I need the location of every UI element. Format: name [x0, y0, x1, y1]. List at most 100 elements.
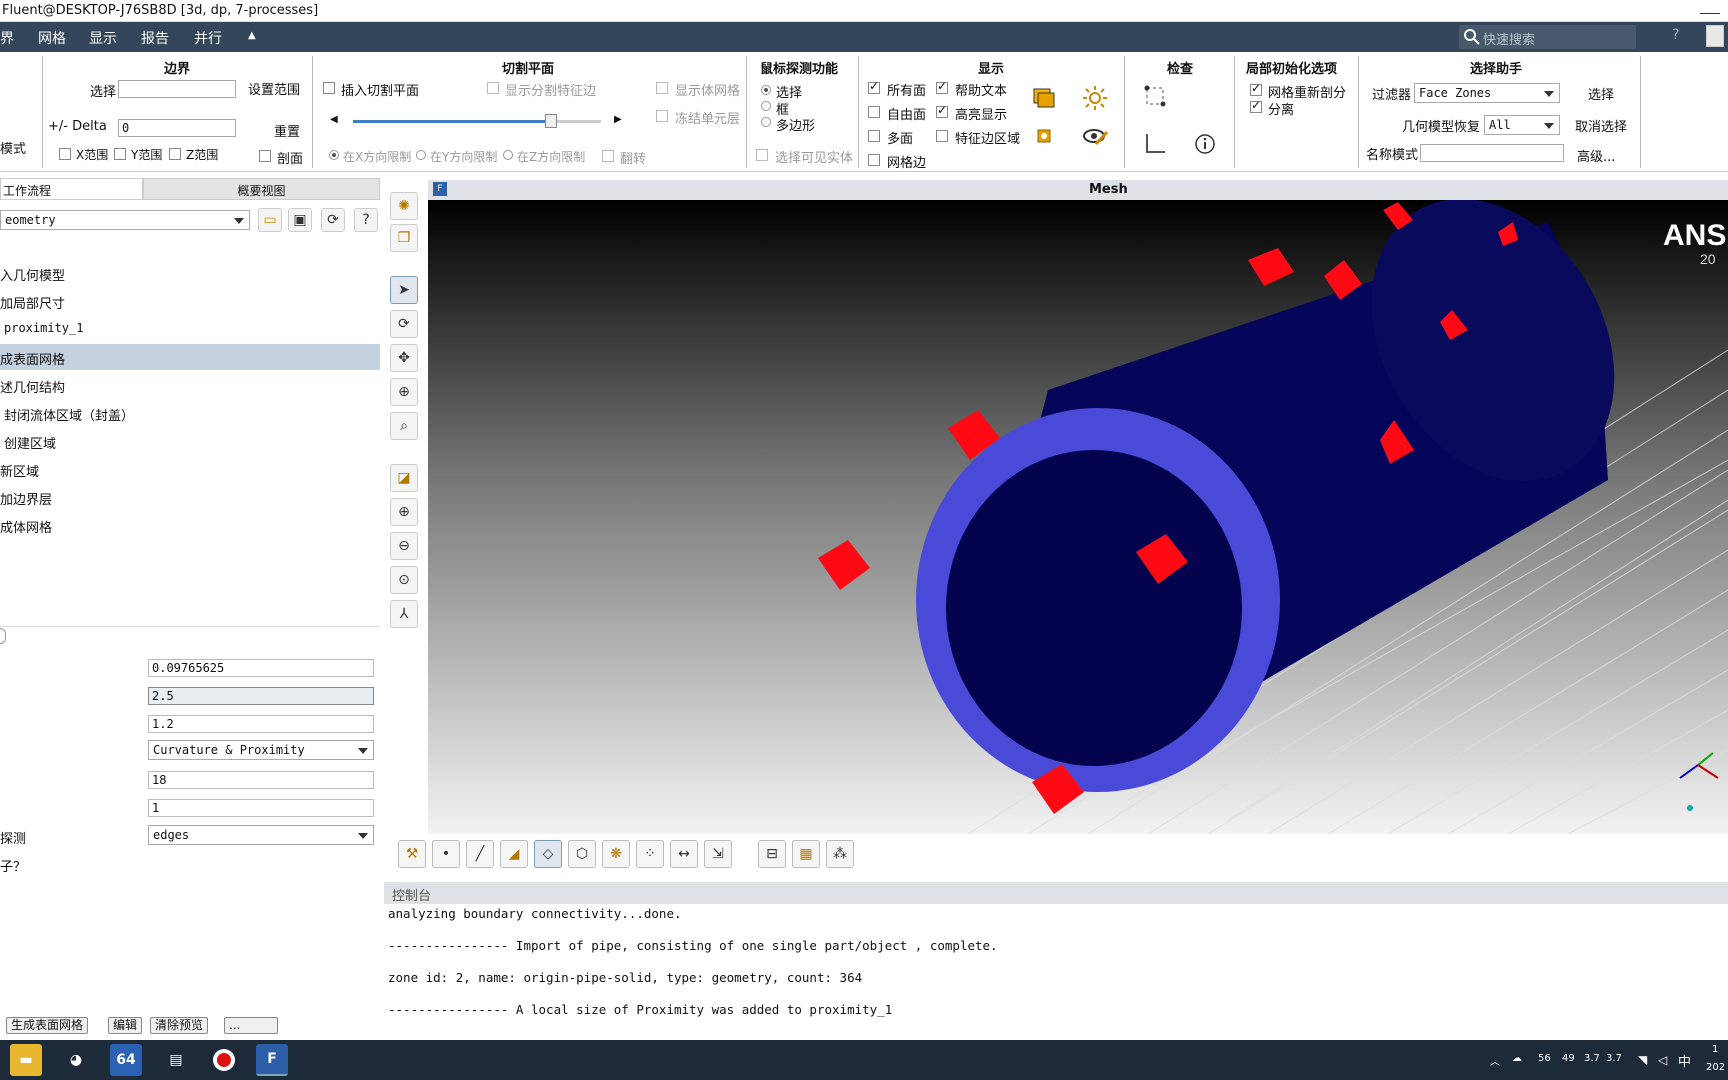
remesh-checkbox[interactable] — [1250, 81, 1262, 96]
cutplane-slider[interactable] — [353, 114, 601, 128]
flip-checkbox[interactable] — [602, 150, 614, 162]
slider-left-arrow-icon[interactable]: ◀ — [330, 114, 338, 125]
nodes-icon[interactable]: ⁘ — [636, 840, 664, 868]
generate-surface-mesh-button[interactable]: 生成表面网格 — [6, 1017, 89, 1034]
mesh-edges-checkbox[interactable] — [868, 154, 880, 166]
collapse-handle[interactable] — [0, 628, 6, 644]
node-pair-icon[interactable]: ↔ — [670, 840, 698, 868]
size-functions-dropdown[interactable]: Curvature & Proximity — [148, 740, 374, 760]
select-input[interactable] — [118, 80, 236, 98]
geom-restore-dropdown[interactable]: All — [1484, 115, 1560, 135]
highlight-checkbox[interactable] — [936, 103, 948, 118]
feature-edges-checkbox[interactable] — [936, 130, 948, 142]
minimize-button[interactable] — [1700, 0, 1720, 14]
pointer-icon[interactable]: ➤ — [390, 276, 418, 304]
zoom-out-icon[interactable]: ⊖ — [390, 532, 418, 560]
eye-icon[interactable] — [1081, 122, 1109, 150]
fluent-taskbar-icon[interactable]: F — [256, 1044, 288, 1076]
open-folder-icon[interactable]: ▭ — [258, 208, 282, 232]
cell-icon[interactable]: ⬡ — [568, 840, 596, 868]
tree-item-proximity[interactable]: proximity_1 — [0, 316, 380, 342]
menu-item-mesh[interactable]: 网格 — [38, 28, 66, 48]
collapse-ribbon-icon[interactable]: ▲ — [248, 30, 256, 41]
freeze-checkbox[interactable] — [656, 110, 668, 122]
multi-faces-checkbox[interactable] — [868, 130, 880, 142]
tree-item-volume-mesh[interactable]: 成体网格 — [0, 512, 380, 538]
help-icon[interactable]: ? — [1672, 27, 1679, 43]
curvature-normal-angle-field[interactable]: 18 — [148, 771, 374, 789]
tree-item-add-local-sizing[interactable]: 加局部尺寸 — [0, 288, 380, 314]
all-faces-checkbox[interactable] — [868, 79, 880, 94]
graphics-viewport[interactable]: ANS 20 — [428, 198, 1728, 835]
save-icon[interactable]: ▣ — [288, 208, 312, 232]
mesh-check-icon[interactable] — [1141, 82, 1169, 110]
refresh-icon[interactable]: ⟳ — [321, 208, 345, 232]
object-icon[interactable]: ⊟ — [758, 840, 786, 868]
fit-icon[interactable]: ◪ — [390, 464, 418, 492]
tab-overview[interactable]: 概要视图 — [143, 178, 380, 200]
edge-zone-icon[interactable]: ⇲ — [704, 840, 732, 868]
y-range-checkbox[interactable] — [114, 148, 126, 160]
view-cube-icon[interactable]: ❐ — [390, 224, 418, 252]
z-range-checkbox[interactable] — [169, 148, 181, 160]
filter-dropdown[interactable]: Face Zones — [1414, 83, 1560, 103]
mesh-object-icon[interactable]: ⁂ — [826, 840, 854, 868]
clear-preview-button[interactable]: 清除预览 — [150, 1017, 209, 1034]
filter-all-icon[interactable]: ⚒ — [398, 840, 426, 868]
probe-polygon-radio[interactable] — [761, 117, 771, 127]
zone-icon[interactable]: ❋ — [602, 840, 630, 868]
help-text-checkbox[interactable] — [936, 79, 948, 94]
workflow-dropdown[interactable]: eometry — [0, 210, 250, 230]
probe-select-radio[interactable] — [761, 85, 771, 95]
axes-icon[interactable]: ⅄ — [390, 600, 418, 628]
zoom-in-icon[interactable]: ⊕ — [390, 498, 418, 526]
app-64-icon[interactable]: 64 — [110, 1044, 142, 1076]
z-limit-radio[interactable] — [503, 150, 513, 160]
screen-icon[interactable]: ▤ — [160, 1044, 192, 1076]
probe-box-radio[interactable] — [761, 101, 771, 111]
qq-icon[interactable]: ◕ — [60, 1044, 92, 1076]
zoom-icon[interactable]: ⌕ — [390, 412, 418, 440]
tree-item-update-regions[interactable]: 新区域 — [0, 456, 380, 482]
cells-per-gap-field[interactable]: 1 — [148, 799, 374, 817]
cloud-icon[interactable]: ☁ — [1512, 1053, 1522, 1064]
visible-only-checkbox[interactable] — [756, 149, 768, 161]
slider-thumb[interactable] — [545, 114, 558, 128]
min-size-field[interactable]: 0.09765625 — [148, 659, 374, 677]
menu-item-report[interactable]: 报告 — [141, 28, 169, 48]
rotate-icon[interactable]: ⟳ — [390, 310, 418, 338]
show-mesh-checkbox[interactable] — [656, 82, 668, 94]
set-range-button[interactable]: 设置范围 — [248, 79, 300, 98]
file-explorer-icon[interactable]: ▬ — [10, 1044, 42, 1076]
tray-up-icon[interactable]: ︿ — [1490, 1053, 1500, 1068]
ime-indicator[interactable]: 中 — [1678, 1051, 1691, 1070]
face-icon[interactable]: ◇ — [534, 840, 562, 868]
menu-item-parallel[interactable]: 并行 — [194, 28, 222, 48]
y-limit-radio[interactable] — [416, 150, 426, 160]
quick-search[interactable]: 快速搜索 — [1459, 25, 1636, 49]
advanced-button[interactable]: 高级... — [1577, 146, 1615, 165]
select-button[interactable]: 选择 — [1588, 84, 1614, 103]
point-icon[interactable]: • — [432, 840, 460, 868]
menu-item-display[interactable]: 显示 — [89, 28, 117, 48]
x-range-checkbox[interactable] — [59, 148, 71, 160]
show-feature-checkbox[interactable] — [487, 82, 499, 94]
faces-display-icon[interactable] — [1030, 84, 1058, 112]
delta-input[interactable]: 0 — [118, 119, 236, 137]
x-limit-radio[interactable] — [329, 150, 339, 160]
more-button[interactable]: ... — [224, 1017, 278, 1034]
info-icon[interactable] — [1191, 130, 1219, 158]
deselect-button[interactable]: 取消选择 — [1575, 116, 1627, 135]
name-mode-input[interactable] — [1420, 144, 1564, 162]
edge-icon[interactable]: ╱ — [466, 840, 494, 868]
tree-item-surface-mesh[interactable]: 成表面网格 — [0, 344, 380, 370]
growth-rate-field[interactable]: 1.2 — [148, 715, 374, 733]
record-icon[interactable] — [208, 1044, 240, 1076]
console-output[interactable]: analyzing boundary connectivity...done. … — [384, 904, 1728, 1034]
angle-icon[interactable] — [1141, 130, 1169, 158]
tree-item-add-boundary-layers[interactable]: 加边界层 — [0, 484, 380, 510]
tree-item-import-geometry[interactable]: 入几何模型 — [0, 260, 380, 286]
panel-icon[interactable] — [1706, 25, 1724, 47]
body-icon[interactable]: ▦ — [792, 840, 820, 868]
volume-icon[interactable]: ◁ — [1658, 1053, 1667, 1067]
